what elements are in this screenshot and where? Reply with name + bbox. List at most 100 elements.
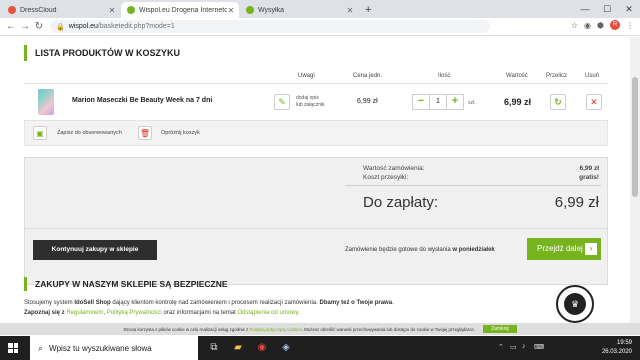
add-note-line1[interactable]: dodaj opis (296, 95, 319, 101)
page-content: LISTA PRODUKTÓW W KOSZYKU Uwagi Cena jed… (0, 37, 630, 323)
url-host: wispol.eu (68, 23, 98, 30)
safe-shopping-title: ZAKUPY W NASZYM SKLEPIE SĄ BEZPIECZNE (24, 277, 228, 291)
scrollbar[interactable] (630, 37, 640, 323)
file-explorer-icon[interactable]: ▰ (230, 340, 246, 356)
qty-increase-button[interactable]: + (447, 95, 463, 109)
rights-text: Dbamy też o Twoje prawa (319, 300, 393, 306)
close-icon: ✕ (590, 97, 598, 107)
cookie-policy-link[interactable]: Polityką dotyczącą cookies (249, 327, 301, 332)
quantity-stepper: − 1 + (412, 94, 464, 110)
reload-icon[interactable]: ↻ (32, 21, 46, 32)
app-icon[interactable]: ◈ (278, 340, 294, 356)
shield-icon: ♛ (564, 293, 586, 315)
search-icon: ⌕ (38, 342, 44, 353)
maximize-icon[interactable]: ☐ (596, 0, 618, 18)
chevron-right-icon: › (585, 243, 597, 255)
attachment-button[interactable]: ✎ (274, 94, 290, 110)
wispol-favicon-icon (127, 6, 135, 14)
extension-icon[interactable]: ◉ (584, 21, 591, 30)
browser-tabbar: DressCloud ✕ Wispol.eu Drogeria Internet… (0, 0, 640, 18)
extensions-area: ☆ ◉ ⬢ R ⋮ (571, 20, 634, 30)
text-fragment: Stosujemy system (24, 300, 73, 306)
address-bar: ← → ↻ 🔒 wispol.eu /basketedit.php?mode=1 (0, 18, 640, 36)
cookie-accept-button[interactable]: Zamknij (483, 325, 517, 333)
task-view-icon[interactable]: ⧉ (206, 340, 222, 356)
close-icon[interactable]: ✕ (108, 6, 116, 15)
cookie-text: Możesz określić warunki przechowywania l… (304, 326, 476, 332)
column-header-unit-price: Cena jedn. (353, 73, 383, 79)
taskbar-search-placeholder: Wpisz tu wyszukiwane słowa (49, 343, 152, 353)
clock[interactable]: 19:59 26.03.2020 (602, 339, 632, 357)
extension-icon[interactable]: ⬢ (597, 21, 604, 30)
tab-title: Wysyłka (258, 6, 284, 14)
privacy-link[interactable]: Polityką Prywatności (107, 310, 162, 316)
scrollbar-thumb[interactable] (632, 77, 638, 197)
tab-wispol[interactable]: Wispol.eu Drogeria Internetowa ✕ (121, 2, 239, 18)
product-thumbnail[interactable] (38, 89, 54, 115)
keyboard-icon[interactable]: ⌨ (534, 343, 544, 351)
column-header-remove: Usuń (585, 73, 600, 79)
qty-decrease-button[interactable]: − (413, 95, 429, 109)
text-fragment: oraz informacjami na temat (163, 310, 236, 316)
ready-day: w poniedziałek (452, 247, 495, 253)
refresh-icon: ↻ (554, 97, 562, 107)
empty-cart-button[interactable]: 🗑 (138, 126, 152, 140)
cart-title: LISTA PRODUKTÓW W KOSZYKU (24, 45, 180, 61)
chrome-icon[interactable]: ◉ (254, 340, 270, 356)
order-summary: Wartość zamówienia: 6,99 zł Koszt przesy… (24, 157, 608, 285)
new-tab-button[interactable]: + (359, 2, 377, 18)
recalc-button[interactable]: ↻ (550, 94, 566, 110)
tray-chevron-icon[interactable]: ⌃ (498, 343, 504, 351)
volume-icon[interactable]: ♪ (522, 343, 526, 350)
tab-dresscloud[interactable]: DressCloud ✕ (2, 2, 120, 18)
idosell-security-badge[interactable]: ♛ (556, 285, 594, 323)
safe-shopping-line2: Zapoznaj się z Regulaminem, Polityką Pry… (24, 310, 300, 316)
menu-dots-icon[interactable]: ⋮ (626, 21, 634, 30)
product-name[interactable]: Marion Maseczki Be Beauty Week na 7 dni (72, 97, 212, 104)
minimize-icon[interactable]: — (574, 0, 596, 18)
avatar[interactable]: R (610, 20, 620, 30)
empty-cart-label[interactable]: Opróżnij koszyk (161, 130, 200, 136)
qty-unit: szt. (468, 100, 476, 106)
tab-title: Wispol.eu Drogeria Internetowa (139, 6, 227, 14)
windows-taskbar: ⌕ Wpisz tu wyszukiwane słowa ⧉ ▰ ◉ ◈ ⌃ ▭… (0, 336, 640, 360)
taskbar-search-input[interactable]: ⌕ Wpisz tu wyszukiwane słowa (30, 336, 198, 360)
tab-wysylka[interactable]: Wysyłka ✕ (240, 2, 358, 18)
order-value: 6,99 zł (579, 165, 599, 172)
save-icon: ▣ (36, 129, 44, 138)
order-value-label: Wartość zamówienia: (363, 165, 425, 172)
shipping-value: gratis! (579, 174, 599, 181)
shipping-label: Koszt przesyłki: (363, 174, 409, 181)
star-icon[interactable]: ☆ (571, 21, 578, 30)
network-icon[interactable]: ▭ (510, 343, 517, 351)
text-fragment: Zapoznaj się z (24, 310, 65, 316)
column-header-notes: Uwagi (298, 73, 315, 79)
trash-icon: 🗑 (139, 129, 151, 138)
safe-shopping-line1: Stosujemy system IdoSell Shop dający kli… (24, 300, 394, 306)
proceed-button[interactable]: Przejdź dalej › (527, 238, 601, 260)
withdrawal-link[interactable]: Odstąpienia od umowy (237, 310, 298, 316)
total-value: 6,99 zł (554, 194, 599, 211)
url-input[interactable]: 🔒 wispol.eu /basketedit.php?mode=1 (50, 20, 490, 33)
qty-input[interactable]: 1 (429, 95, 447, 109)
tab-title: DressCloud (20, 6, 57, 14)
window-close-icon[interactable]: ✕ (618, 0, 640, 18)
unit-price: 6,99 zł (357, 98, 378, 105)
window-controls: — ☐ ✕ (574, 0, 640, 18)
add-note-line2[interactable]: lub załącznik (296, 102, 325, 108)
back-icon[interactable]: ← (4, 21, 18, 32)
idosell-name: IdoSell Shop (74, 300, 111, 306)
wispol-favicon-icon (246, 6, 254, 14)
save-to-watchlist-button[interactable]: ▣ (33, 126, 47, 140)
forward-icon[interactable]: → (18, 21, 32, 32)
remove-button[interactable]: ✕ (586, 94, 602, 110)
close-icon[interactable]: ✕ (227, 6, 235, 15)
terms-link[interactable]: Regulaminem (66, 310, 103, 316)
save-to-watchlist-label[interactable]: Zapisz do obserwowanych (57, 130, 122, 136)
continue-shopping-button[interactable]: Kontynuuj zakupy w sklepie (33, 240, 157, 260)
summary-separator (25, 228, 607, 229)
cookie-text: Strona korzysta z plików cookie w celu r… (123, 326, 249, 332)
close-icon[interactable]: ✕ (346, 6, 354, 15)
cookie-banner: Strona korzysta z plików cookie w celu r… (0, 323, 640, 335)
windows-start-icon[interactable] (8, 343, 18, 353)
